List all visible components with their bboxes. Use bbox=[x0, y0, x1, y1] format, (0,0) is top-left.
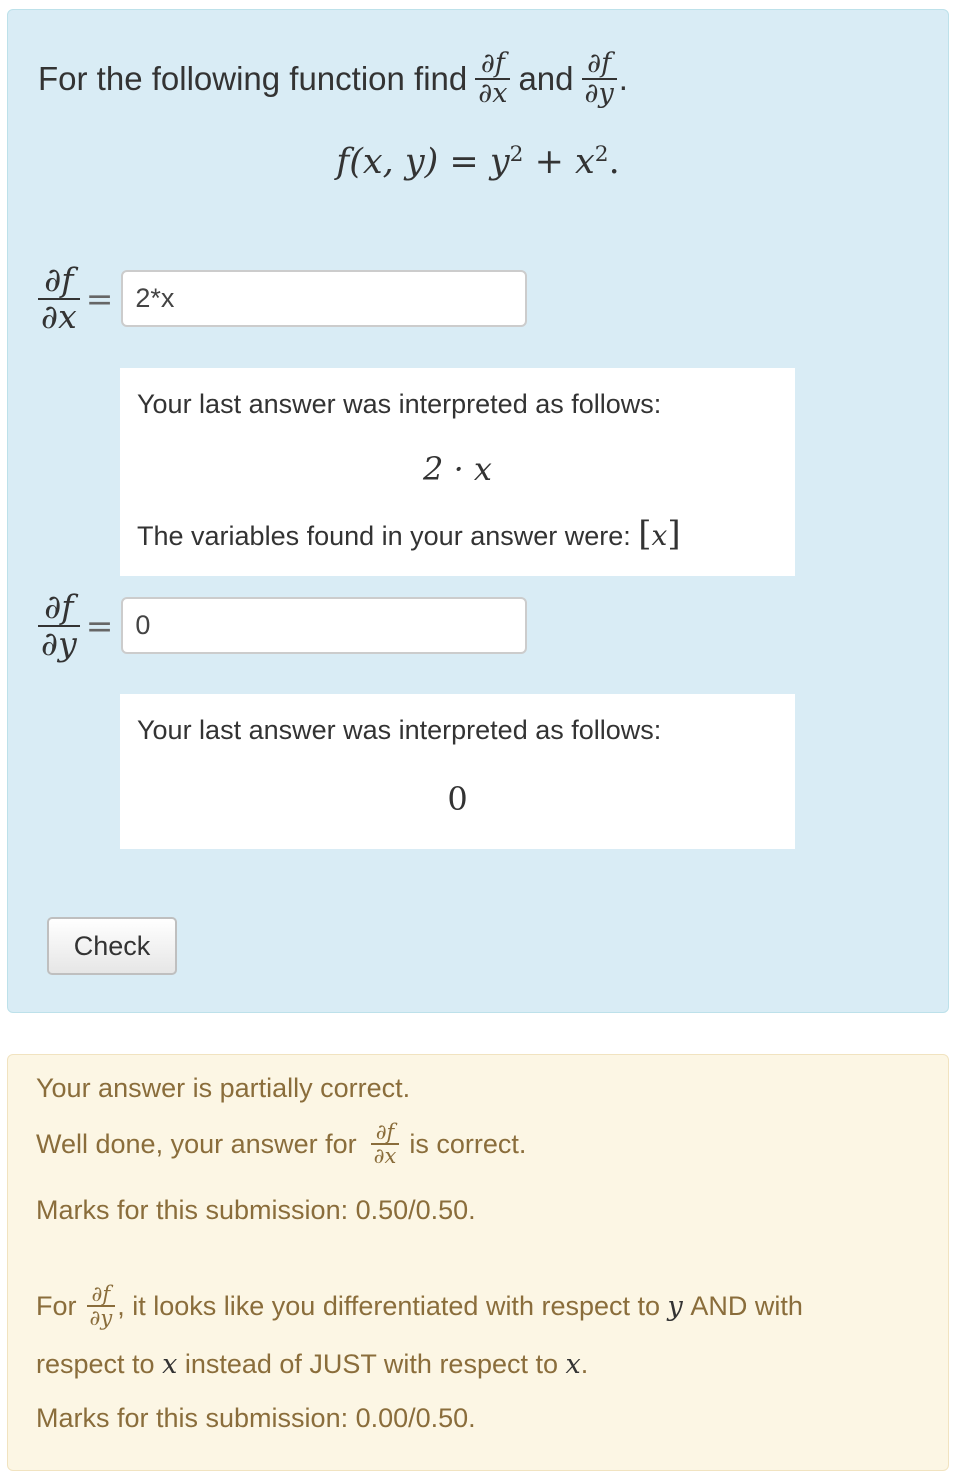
df-dx-fraction: ∂f ∂x bbox=[370, 1121, 400, 1167]
question-prompt: For the following function find ∂f ∂x an… bbox=[38, 49, 628, 109]
df-dy-fraction: ∂f ∂y bbox=[581, 49, 617, 109]
answer-row-dx: ∂f ∂x = bbox=[38, 262, 528, 334]
df-dy-label: ∂f ∂y bbox=[38, 589, 80, 661]
interpretation-box-dx: Your last answer was interpreted as foll… bbox=[120, 368, 795, 576]
feedback-panel: Your answer is partially correct. Well d… bbox=[7, 1054, 949, 1471]
feedback-respect-line: respect to x instead of JUST with respec… bbox=[36, 1349, 589, 1380]
variables-line: The variables found in your answer were:… bbox=[137, 514, 681, 554]
prompt-and: and bbox=[518, 60, 574, 98]
question-panel: For the following function find ∂f ∂x an… bbox=[7, 9, 949, 1013]
interpreted-value: 2 · x bbox=[423, 450, 492, 488]
feedback-marks-2: Marks for this submission: 0.00/0.50. bbox=[36, 1403, 476, 1433]
interpretation-label: Your last answer was interpreted as foll… bbox=[137, 715, 662, 745]
interpreted-value: 0 bbox=[447, 780, 468, 818]
interpretation-label: Your last answer was interpreted as foll… bbox=[137, 389, 662, 419]
equals-sign: = bbox=[85, 606, 114, 646]
equals-sign: = bbox=[85, 279, 114, 319]
df-dy-fraction: ∂f ∂y bbox=[86, 1283, 116, 1329]
feedback-well-done: Well done, your answer for ∂f ∂x is corr… bbox=[36, 1120, 527, 1169]
answer-row-dy: ∂f ∂y = bbox=[38, 589, 528, 661]
variables-list: [x] bbox=[638, 514, 681, 554]
prompt-prefix: For the following function find bbox=[38, 60, 468, 98]
prompt-end: . bbox=[618, 60, 628, 98]
interpretation-box-dy: Your last answer was interpreted as foll… bbox=[120, 694, 795, 849]
feedback-for-dy: For ∂f ∂y , it looks like you differenti… bbox=[36, 1282, 803, 1331]
feedback-summary: Your answer is partially correct. bbox=[36, 1073, 411, 1103]
answer-input-dy[interactable] bbox=[121, 597, 528, 655]
df-dx-fraction: ∂f ∂x bbox=[475, 49, 511, 109]
df-dx-label: ∂f ∂x bbox=[38, 262, 80, 334]
check-button[interactable]: Check bbox=[47, 917, 177, 975]
function-equation: f(x, y) = y2 + x2. bbox=[336, 142, 620, 182]
feedback-marks-1: Marks for this submission: 0.50/0.50. bbox=[36, 1195, 476, 1225]
answer-input-dx[interactable] bbox=[121, 270, 528, 328]
